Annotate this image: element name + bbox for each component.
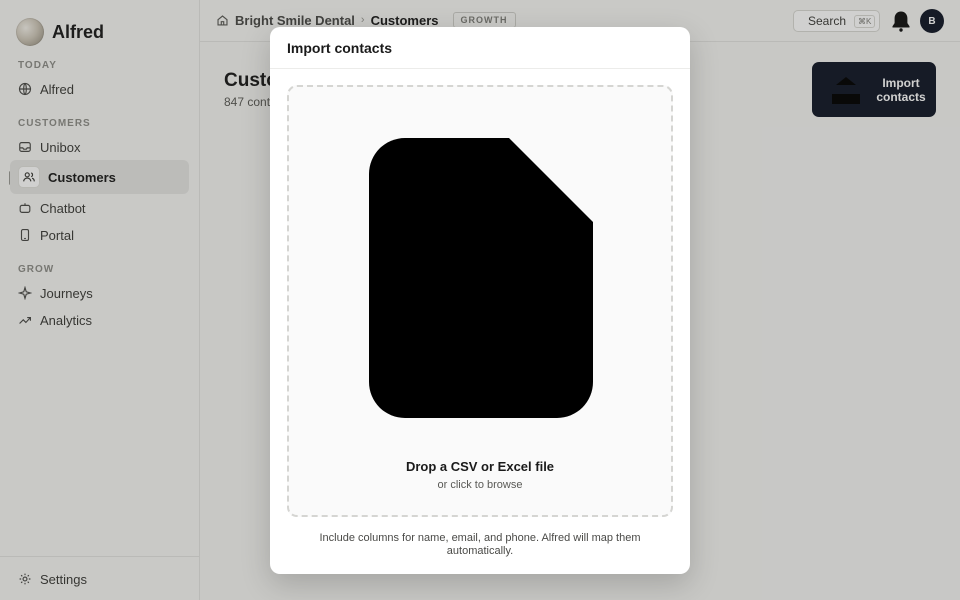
import-contacts-modal: Import contacts Drop a CSV or Excel file… <box>270 27 690 574</box>
dropzone-browse-hint[interactable]: or click to browse <box>289 479 671 491</box>
modal-title: Import contacts <box>287 39 393 56</box>
file-dropzone[interactable]: Drop a CSV or Excel file or click to bro… <box>287 85 673 517</box>
file-icon <box>369 138 593 418</box>
dropzone-title: Drop a CSV or Excel file <box>405 459 555 474</box>
import-hint: Include columns for name, email, and pho… <box>319 532 641 557</box>
modal-header: Import contacts <box>270 27 690 69</box>
